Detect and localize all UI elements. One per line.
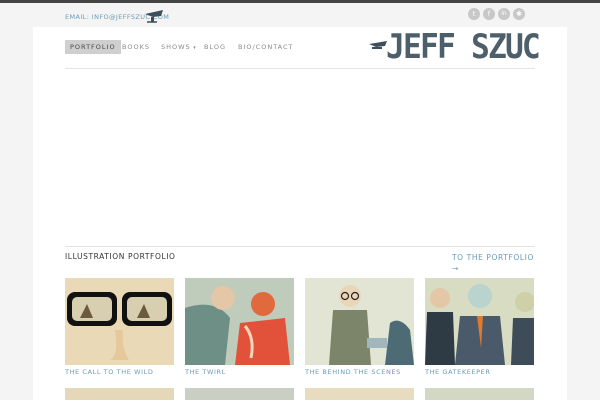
portfolio-thumbnail[interactable] (305, 388, 414, 400)
nav-item-shows-label: SHOWS (161, 43, 191, 51)
twitter-icon[interactable]: t (468, 8, 480, 20)
nav-item-portfolio[interactable]: PORTFOLIO (65, 40, 121, 54)
nav-item-blog[interactable]: BLOG (204, 40, 226, 54)
nav-item-books[interactable]: BOOKS (122, 40, 150, 54)
portfolio-thumbnail[interactable] (185, 278, 294, 365)
thumbnail-caption[interactable]: THE GATEKEEPER (425, 368, 491, 376)
dancing-couple-illustration-image (185, 278, 294, 365)
delicious-icon[interactable]: ✱ (513, 8, 525, 20)
portfolio-thumbnail[interactable] (185, 388, 294, 400)
dropdown-caret-icon: ▾ (190, 45, 197, 51)
thumbnail-caption[interactable]: THE BEHIND THE SCENES (305, 368, 401, 376)
nav-item-shows[interactable]: SHOWS ▾ (161, 40, 197, 54)
header-divider (65, 68, 535, 69)
tricorn-hat-logo-icon (369, 41, 387, 49)
top-border (0, 0, 600, 3)
portfolio-thumbnail[interactable] (305, 278, 414, 365)
gatekeeper-illustration-image (425, 278, 534, 365)
thumbnail-caption[interactable]: THE TWIRL (185, 368, 226, 376)
nav-item-bio-contact[interactable]: BIO/CONTACT (238, 40, 294, 54)
portfolio-thumbnail[interactable] (65, 388, 174, 400)
tricorn-hat-logo-icon (145, 10, 163, 23)
linkedin-icon[interactable]: in (498, 8, 510, 20)
portfolio-thumbnail[interactable] (65, 278, 174, 365)
site-logo-title[interactable]: JEFF SZUC (386, 27, 541, 67)
glasses-illustration-image (65, 278, 174, 365)
facebook-icon[interactable]: f (483, 8, 495, 20)
thumbnail-caption[interactable]: THE CALL TO THE WILD (65, 368, 153, 376)
portfolio-thumbnail[interactable] (425, 388, 534, 400)
behind-the-scenes-illustration-image (305, 278, 414, 365)
portfolio-thumbnail[interactable] (425, 278, 534, 365)
to-portfolio-link[interactable]: TO THE PORTFOLIO → (452, 252, 534, 274)
section-divider (65, 246, 535, 247)
section-title: ILLUSTRATION PORTFOLIO (65, 252, 176, 261)
